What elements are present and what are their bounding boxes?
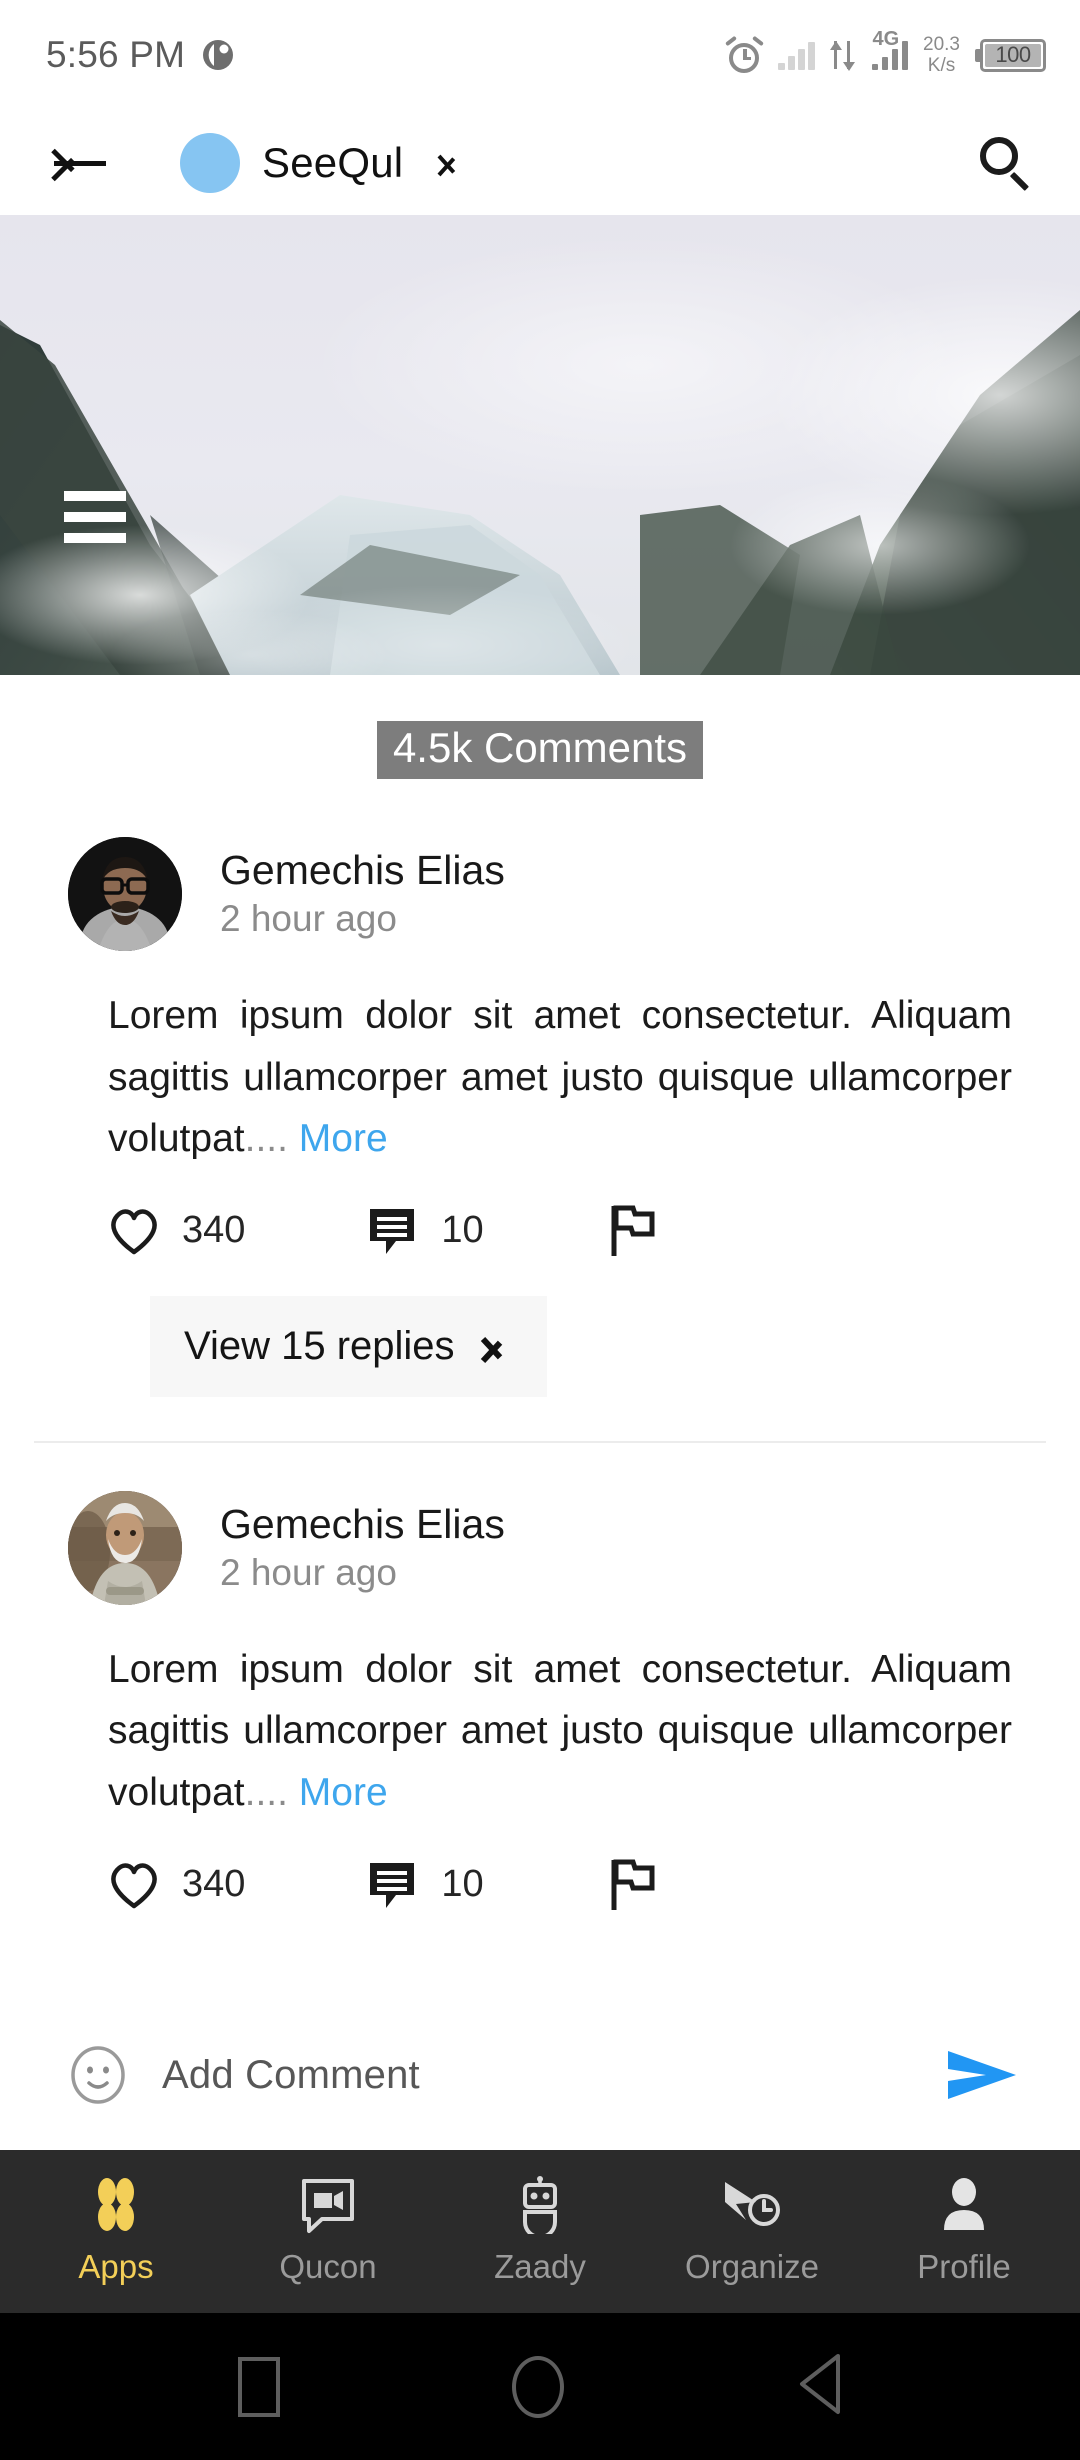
avatar-elderly-man <box>68 1490 182 1605</box>
view-replies-label: View 15 replies <box>184 1323 455 1368</box>
comment-text-content: Lorem ipsum dolor sit amet consectetur. … <box>108 994 1012 1161</box>
report-button[interactable] <box>610 1204 656 1258</box>
comment-author: Gemechis Elias <box>220 847 505 894</box>
chevron-right-icon <box>483 1328 503 1364</box>
comment-text: Lorem ipsum dolor sit amet consectetur. … <box>108 985 1012 1170</box>
nav-label-qucon: Qucon <box>279 2248 377 2285</box>
add-comment-input[interactable]: Add Comment <box>162 2053 946 2098</box>
flag-icon <box>610 1858 656 1912</box>
android-navigation-bar <box>0 2310 1080 2460</box>
nav-label-organize: Organize <box>685 2248 819 2285</box>
comment-timestamp: 2 hour ago <box>220 898 397 940</box>
apps-flower-icon <box>86 2174 146 2236</box>
comment-item: Gemechis Elias 2 hour ago Lorem ipsum do… <box>0 789 1080 1443</box>
network-speed: 20.3 K/s <box>923 34 960 76</box>
battery-icon: 100 <box>975 38 1046 72</box>
robot-icon <box>512 2174 568 2236</box>
nav-item-profile[interactable]: Profile <box>869 2174 1059 2286</box>
chevron-right-icon[interactable] <box>437 145 459 181</box>
data-transfer-arrows-icon <box>829 39 856 71</box>
square-recents-icon[interactable] <box>238 2356 280 2417</box>
view-replies-button[interactable]: View 15 replies <box>150 1295 547 1397</box>
status-bar-right: 4G 20.3 K/s 100 <box>725 28 1046 76</box>
report-button[interactable] <box>610 1858 656 1912</box>
status-bar-left: 5:56 PM <box>46 34 235 76</box>
video-chat-icon <box>299 2174 357 2236</box>
triangle-back-icon[interactable] <box>796 2352 842 2421</box>
like-button[interactable]: 340 <box>108 1861 245 1909</box>
comment-item: Gemechis Elias 2 hour ago Lorem ipsum do… <box>0 1443 1080 1912</box>
flag-icon <box>610 1204 656 1258</box>
network-type-label: 4G <box>872 27 900 50</box>
page-title: SeeQul <box>262 138 404 186</box>
bottom-navigation: Apps Qucon Zaady Organize Profile <box>0 2150 1080 2310</box>
like-count: 340 <box>182 1863 246 1906</box>
reply-count: 10 <box>441 1863 484 1906</box>
back-arrow-icon[interactable] <box>50 141 108 185</box>
hero-video-thumbnail[interactable] <box>0 215 1080 675</box>
view-replies-wrap: View 15 replies <box>150 1295 1080 1397</box>
comments-header: 4.5k Comments <box>0 675 1080 789</box>
mountain-landscape-image <box>0 215 1080 675</box>
comment-meta: Gemechis Elias 2 hour ago <box>220 1501 505 1595</box>
comments-count-label: 4.5k Comments <box>376 721 704 779</box>
nav-item-qucon[interactable]: Qucon <box>233 2174 423 2286</box>
reply-button[interactable]: 10 <box>367 1206 484 1256</box>
status-time: 5:56 PM <box>46 34 186 75</box>
like-count: 340 <box>182 1209 246 1252</box>
person-icon <box>937 2174 991 2236</box>
battery-level: 100 <box>985 42 1041 67</box>
nav-label-zaady: Zaady <box>494 2248 586 2285</box>
comment-meta: Gemechis Elias 2 hour ago <box>220 847 505 941</box>
comment-bubble-icon <box>367 1206 419 1256</box>
comment-bubble-icon <box>367 1860 419 1910</box>
comment-author: Gemechis Elias <box>220 1500 505 1547</box>
avatar-man-with-glasses <box>68 837 182 951</box>
channel-avatar[interactable] <box>180 132 240 193</box>
circle-home-icon[interactable] <box>512 2355 564 2418</box>
nav-item-zaady[interactable]: Zaady <box>445 2174 635 2286</box>
nav-label-profile: Profile <box>917 2248 1011 2285</box>
avatar[interactable] <box>68 837 182 951</box>
comment-timestamp: 2 hour ago <box>220 1552 397 1594</box>
like-button[interactable]: 340 <box>108 1207 245 1255</box>
search-icon[interactable] <box>976 133 1036 193</box>
emoji-smiley-icon[interactable] <box>68 2045 128 2105</box>
hamburger-menu-icon[interactable] <box>64 491 126 543</box>
app-bar: SeeQul <box>0 110 1080 215</box>
comment-text: Lorem ipsum dolor sit amet consectetur. … <box>108 1639 1012 1824</box>
arrow-clock-icon <box>722 2174 782 2236</box>
alarm-clock-icon <box>725 35 764 74</box>
status-bar: 5:56 PM 4G 20.3 K/s 100 <box>0 0 1080 110</box>
phone-screen: 5:56 PM 4G 20.3 K/s 100 SeeQul 4.5k Comm… <box>0 0 1080 2460</box>
comment-actions: 340 10 <box>0 1204 1080 1258</box>
comment-text-content: Lorem ipsum dolor sit amet consectetur. … <box>108 1647 1012 1815</box>
comment-header: Gemechis Elias 2 hour ago <box>0 1490 1080 1605</box>
nav-item-organize[interactable]: Organize <box>657 2174 847 2286</box>
send-arrow-icon[interactable] <box>946 2045 1020 2105</box>
screenshot-indicator-icon <box>201 38 235 72</box>
comment-actions: 340 10 <box>0 1858 1080 1912</box>
comment-ellipsis: .... <box>244 1771 288 1815</box>
more-link[interactable]: More <box>299 1771 388 1814</box>
comment-header: Gemechis Elias 2 hour ago <box>0 837 1080 951</box>
more-link[interactable]: More <box>299 1117 388 1160</box>
reply-count: 10 <box>441 1209 484 1252</box>
heart-icon <box>108 1861 160 1909</box>
nav-label-apps: Apps <box>78 2248 154 2285</box>
reply-button[interactable]: 10 <box>367 1860 484 1910</box>
speed-unit: K/s <box>927 55 956 76</box>
avatar[interactable] <box>68 1490 182 1605</box>
speed-value: 20.3 <box>923 34 960 55</box>
cellular-signal-icon: 4G <box>871 28 909 70</box>
nav-item-apps[interactable]: Apps <box>21 2174 211 2286</box>
signal-bars-icon <box>778 40 815 70</box>
heart-icon <box>108 1207 160 1255</box>
comment-ellipsis: .... <box>244 1117 288 1161</box>
add-comment-bar: Add Comment <box>0 2000 1080 2150</box>
